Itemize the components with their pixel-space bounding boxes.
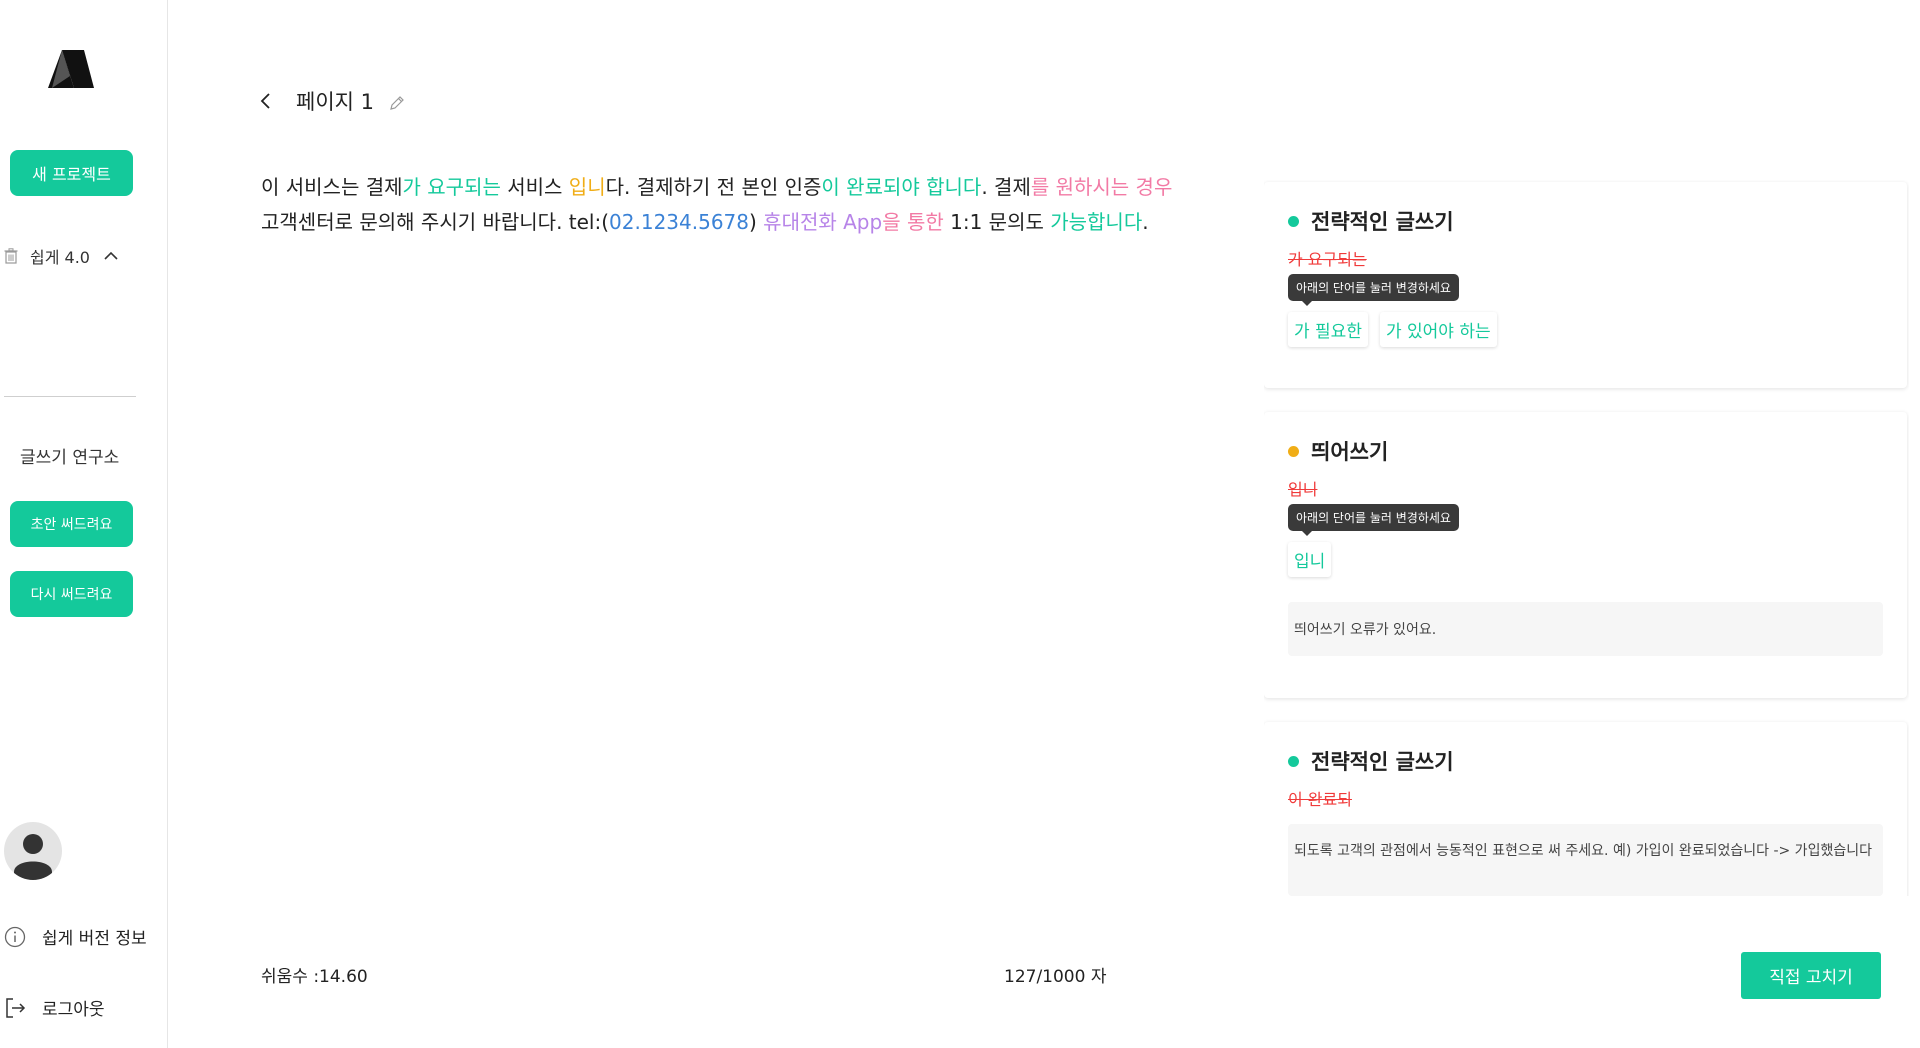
editor-text[interactable]: 이 서비스는 결제가 요구되는 서비스 입니다. 결제하기 전 본인 인증이 완…: [261, 170, 1206, 240]
writing-lab-title: 글쓰기 연구소: [20, 448, 120, 468]
suggestion-note: 띄어쓰기 오류가 있어요.: [1288, 602, 1883, 656]
page-title: 페이지 1: [296, 90, 374, 114]
logout-label: 로그아웃: [42, 1000, 105, 1020]
replacement-option[interactable]: 가 필요한: [1288, 312, 1368, 347]
pencil-icon[interactable]: [388, 94, 406, 112]
page-header: 페이지 1: [258, 86, 406, 116]
highlighted-segment[interactable]: 02.1234.5678: [609, 210, 749, 234]
original-phrase: 입니: [1288, 480, 1318, 499]
suggestion-card: 띄어쓰기 입니 아래의 단어를 눌러 변경하세요 입니 띄어쓰기 오류가 있어요…: [1264, 412, 1907, 698]
back-arrow-icon[interactable]: [258, 92, 274, 110]
version-info-label: 쉽게 버전 정보: [42, 929, 147, 949]
option-chips: 가 필요한 가 있어야 하는: [1288, 312, 1497, 347]
tooltip: 아래의 단어를 눌러 변경하세요: [1288, 274, 1459, 306]
highlighted-segment[interactable]: 가능합니다: [1050, 210, 1142, 234]
highlighted-segment[interactable]: 가 요구되는: [403, 175, 501, 199]
sidebar-item-project[interactable]: 쉽게 4.0: [4, 244, 118, 268]
character-count: 127/1000 자: [1004, 967, 1107, 987]
tooltip: 아래의 단어를 눌러 변경하세요: [1288, 504, 1459, 536]
text-segment: ): [749, 210, 764, 234]
sidebar-divider: [4, 396, 136, 397]
project-name: 쉽게 4.0: [30, 248, 90, 267]
status-dot-icon: [1288, 215, 1299, 227]
status-dot-icon: [1288, 755, 1299, 767]
sidebar: 새 프로젝트 쉽게 4.0 글쓰기 연구소 초안 써드려요 다시 써드려요 쉽게…: [0, 0, 168, 1048]
card-title: 전략적인 글쓰기: [1311, 750, 1454, 774]
highlighted-segment[interactable]: 입니: [569, 175, 606, 199]
replacement-option[interactable]: 가 있어야 하는: [1379, 312, 1497, 347]
status-dot-icon: [1288, 445, 1299, 457]
highlighted-segment[interactable]: 휴대전화 App: [763, 210, 882, 234]
text-segment: 이 서비스는 결제: [261, 175, 403, 199]
text-segment: 1:1 문의도: [943, 210, 1051, 234]
suggestion-card: 전략적인 글쓰기 가 요구되는 아래의 단어를 눌러 변경하세요 가 필요한 가…: [1264, 182, 1907, 388]
highlighted-segment[interactable]: 를 원하시는 경우: [1031, 175, 1173, 199]
text-segment: 다. 결제하기 전 본인 인증: [605, 175, 822, 199]
highlighted-segment[interactable]: 을 통한: [882, 210, 944, 234]
original-phrase: 가 요구되는: [1288, 250, 1367, 269]
chevron-up-icon[interactable]: [104, 251, 118, 261]
suggestion-card: 전략적인 글쓰기 이 완료되 되도록 고객의 관점에서 능동적인 표현으로 써 …: [1264, 722, 1907, 896]
text-segment: 서비스: [500, 175, 569, 199]
rewrite-button[interactable]: 다시 써드려요: [10, 571, 133, 617]
app-logo-icon[interactable]: [48, 50, 94, 88]
text-segment: . 결제: [981, 175, 1031, 199]
text-segment: 고객센터로 문의해 주시기 바랍니다. tel:(: [261, 210, 610, 234]
fix-directly-button[interactable]: 직접 고치기: [1741, 952, 1881, 999]
card-header: 전략적인 글쓰기: [1288, 746, 1454, 776]
highlighted-segment[interactable]: 이 완료되야 합니다: [821, 175, 981, 199]
info-icon: [4, 926, 26, 947]
logout-icon: [6, 997, 26, 1018]
draft-button[interactable]: 초안 써드려요: [10, 501, 133, 547]
version-info-link[interactable]: 쉽게 버전 정보: [4, 924, 147, 949]
suggestion-note: 되도록 고객의 관점에서 능동적인 표현으로 써 주세요. 예) 가입이 완료되…: [1288, 824, 1883, 896]
new-project-button[interactable]: 새 프로젝트: [10, 150, 133, 196]
card-header: 띄어쓰기: [1288, 436, 1388, 466]
readability-score: 쉬움수 :14.60: [261, 967, 368, 987]
card-title: 전략적인 글쓰기: [1311, 210, 1454, 234]
original-phrase: 이 완료되: [1288, 790, 1352, 809]
avatar[interactable]: [4, 822, 62, 880]
suggestions-panel[interactable]: 전략적인 글쓰기 가 요구되는 아래의 단어를 눌러 변경하세요 가 필요한 가…: [1264, 180, 1909, 896]
card-title: 띄어쓰기: [1311, 440, 1389, 464]
user-icon: [14, 834, 52, 880]
replacement-option[interactable]: 입니: [1288, 542, 1332, 577]
card-header: 전략적인 글쓰기: [1288, 206, 1454, 236]
text-segment: .: [1142, 210, 1149, 234]
option-chips: 입니: [1288, 542, 1332, 577]
trash-icon[interactable]: [4, 248, 18, 264]
logout-link[interactable]: 로그아웃: [4, 995, 105, 1020]
